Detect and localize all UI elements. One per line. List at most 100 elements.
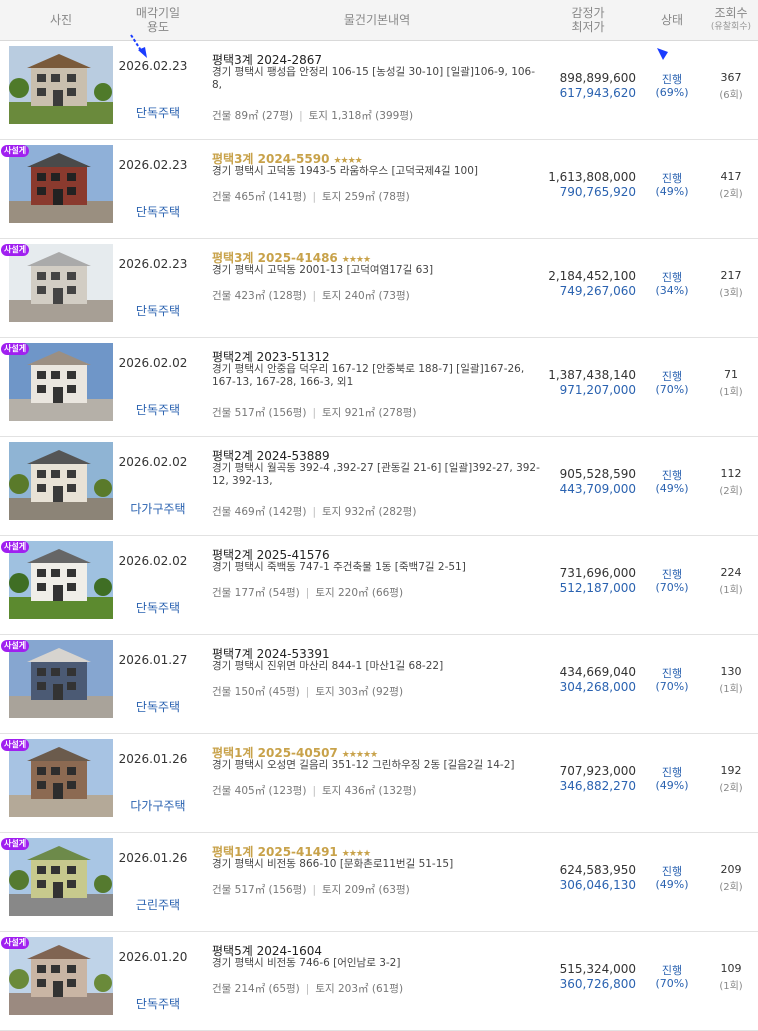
listing-row[interactable]: 사설게 2026.01.26 근린주택 평택1계 2025-41491 ★★★★ … <box>0 833 758 932</box>
property-photo <box>9 442 113 520</box>
header-price[interactable]: 감정가 최저가 <box>550 0 626 40</box>
appraisal-price: 624,583,950 <box>559 863 636 877</box>
property-photo-frame[interactable] <box>9 442 113 520</box>
fail-count: (3회) <box>719 288 743 299</box>
status-badge: 진행 <box>661 568 683 581</box>
property-usage: 단독주택 <box>135 601 181 615</box>
fail-count: (1회) <box>719 387 743 398</box>
view-count: 367 <box>720 71 742 84</box>
min-price-percent: (49%) <box>655 878 689 891</box>
area-info: 건물 465㎡ (141평) | 토지 259㎡ (78평) <box>212 189 410 204</box>
view-count: 217 <box>720 269 742 282</box>
listing-table: 2026.02.23 단독주택 평택3계 2024-2867 경기 평택시 팽성… <box>0 41 758 1031</box>
private-notice-badge: 사설게 <box>1 541 30 553</box>
property-usage: 다가구주택 <box>130 502 186 516</box>
header-status[interactable]: 상태 <box>650 0 694 40</box>
view-count: 417 <box>720 170 742 183</box>
appraisal-price: 731,696,000 <box>559 566 636 580</box>
property-address: 경기 평택시 안중읍 덕우리 167-12 [안중북로 188-7] [일괄]1… <box>212 363 525 388</box>
sale-date: 2026.01.20 <box>118 950 188 964</box>
land-area: 토지 203㎡ (61평) <box>315 983 404 995</box>
land-area: 토지 240㎡ (73평) <box>321 290 410 302</box>
appraisal-price: 905,528,590 <box>559 467 636 481</box>
property-photo-frame[interactable] <box>9 46 113 124</box>
header-info: 물건기본내역 <box>212 0 542 40</box>
min-price-percent: (70%) <box>655 581 689 594</box>
property-address: 경기 평택시 죽백동 747-1 주건축물 1동 [죽백7길 2-51] <box>212 561 466 573</box>
listing-row[interactable]: 사설게 2026.01.20 단독주택 평택5계 2024-1604 경기 평택… <box>0 932 758 1031</box>
area-info: 건물 469㎡ (142평) | 토지 932㎡ (282평) <box>212 504 416 519</box>
header-min-price-label: 최저가 <box>571 20 605 34</box>
property-address: 경기 평택시 비전동 746-6 [어인남로 3-2] <box>212 957 401 969</box>
listing-row[interactable]: 사설게 2026.01.27 단독주택 평택7계 2024-53391 경기 평… <box>0 635 758 734</box>
listing-row[interactable]: 사설게 2026.02.02 단독주택 평택2계 2023-51312 경기 평… <box>0 338 758 437</box>
listing-row[interactable]: 사설게 2026.02.23 단독주택 평택3계 2024-5590 ★★★★ 경… <box>0 140 758 239</box>
building-area: 건물 465㎡ (141평) <box>212 191 307 203</box>
header-usage-label: 용도 <box>146 20 170 34</box>
land-area: 토지 921㎡ (278평) <box>321 407 417 419</box>
appraisal-price: 434,669,040 <box>559 665 636 679</box>
property-usage: 다가구주택 <box>130 799 186 813</box>
min-price-percent: (49%) <box>655 779 689 792</box>
fail-count: (1회) <box>719 585 743 596</box>
private-notice-badge: 사설게 <box>1 739 30 751</box>
listing-row[interactable]: 사설게 2026.02.02 단독주택 평택2계 2025-41576 경기 평… <box>0 536 758 635</box>
status-badge: 진행 <box>661 73 683 86</box>
header-status-label: 상태 <box>660 13 684 27</box>
minimum-price: 346,882,270 <box>559 779 636 793</box>
status-badge: 진행 <box>661 172 683 185</box>
case-number: 평택1계 2025-41491 <box>212 845 338 859</box>
status-badge: 진행 <box>661 964 683 977</box>
status-badge: 진행 <box>661 667 683 680</box>
property-usage: 단독주택 <box>135 403 181 417</box>
min-price-percent: (70%) <box>655 383 689 396</box>
minimum-price: 512,187,000 <box>559 581 636 595</box>
min-price-percent: (69%) <box>655 86 689 99</box>
case-number: 평택2계 2024-53889 <box>212 449 330 463</box>
area-info: 건물 150㎡ (45평) | 토지 303㎡ (92평) <box>212 684 403 699</box>
minimum-price: 617,943,620 <box>559 86 636 100</box>
case-number: 평택3계 2024-5590 <box>212 152 330 166</box>
building-area: 건물 150㎡ (45평) <box>212 686 300 698</box>
listing-row[interactable]: 사설게 2026.01.26 다가구주택 평택1계 2025-40507 ★★★★… <box>0 734 758 833</box>
minimum-price: 443,709,000 <box>559 482 636 496</box>
building-area: 건물 214㎡ (65평) <box>212 983 300 995</box>
area-divider: | <box>305 983 310 995</box>
listing-row[interactable]: 사설게 2026.02.23 단독주택 평택3계 2025-41486 ★★★★ … <box>0 239 758 338</box>
status-badge: 진행 <box>661 865 683 878</box>
arrow-down-icon <box>130 34 147 58</box>
header-fails-label: (유찰회수) <box>710 22 752 32</box>
minimum-price: 790,765,920 <box>559 185 636 199</box>
area-divider: | <box>312 191 316 203</box>
building-area: 건물 89㎡ (27평) <box>212 110 294 122</box>
fail-count: (2회) <box>719 783 743 794</box>
area-divider: | <box>305 686 310 698</box>
status-badge: 진행 <box>661 766 683 779</box>
building-area: 건물 405㎡ (123평) <box>212 785 307 797</box>
case-number: 평택1계 2025-40507 <box>212 746 338 760</box>
area-divider: | <box>299 110 303 122</box>
property-usage: 근린주택 <box>135 898 181 912</box>
sale-date: 2026.02.02 <box>118 455 188 469</box>
appraisal-price: 1,613,808,000 <box>548 170 636 184</box>
view-count: 130 <box>720 665 742 678</box>
table-header: 사진 매각기일 용도 물건기본내역 감정가 최저가 상태 조회수 (유찰회수) <box>0 0 758 41</box>
appraisal-price: 707,923,000 <box>559 764 636 778</box>
fail-count: (2회) <box>719 486 743 497</box>
case-number: 평택2계 2025-41576 <box>212 548 330 562</box>
area-info: 건물 517㎡ (156평) | 토지 921㎡ (278평) <box>212 405 416 420</box>
property-address: 경기 평택시 고덕동 1943-5 라움하우스 [고덕국제4길 100] <box>212 165 479 177</box>
land-area: 토지 436㎡ (132평) <box>321 785 417 797</box>
area-divider: | <box>305 587 310 599</box>
sale-date: 2026.02.23 <box>118 257 188 271</box>
header-views[interactable]: 조회수 (유찰회수) <box>704 0 758 40</box>
arrow-down-icon <box>657 48 668 60</box>
status-badge: 진행 <box>661 469 683 482</box>
view-count: 71 <box>724 368 738 381</box>
header-photo: 사진 <box>9 0 113 40</box>
min-price-percent: (70%) <box>655 680 689 693</box>
listing-row[interactable]: 2026.02.23 단독주택 평택3계 2024-2867 경기 평택시 팽성… <box>0 41 758 140</box>
sale-date: 2026.02.02 <box>118 554 188 568</box>
header-photo-label: 사진 <box>49 13 73 27</box>
listing-row[interactable]: 2026.02.02 다가구주택 평택2계 2024-53889 경기 평택시 … <box>0 437 758 536</box>
